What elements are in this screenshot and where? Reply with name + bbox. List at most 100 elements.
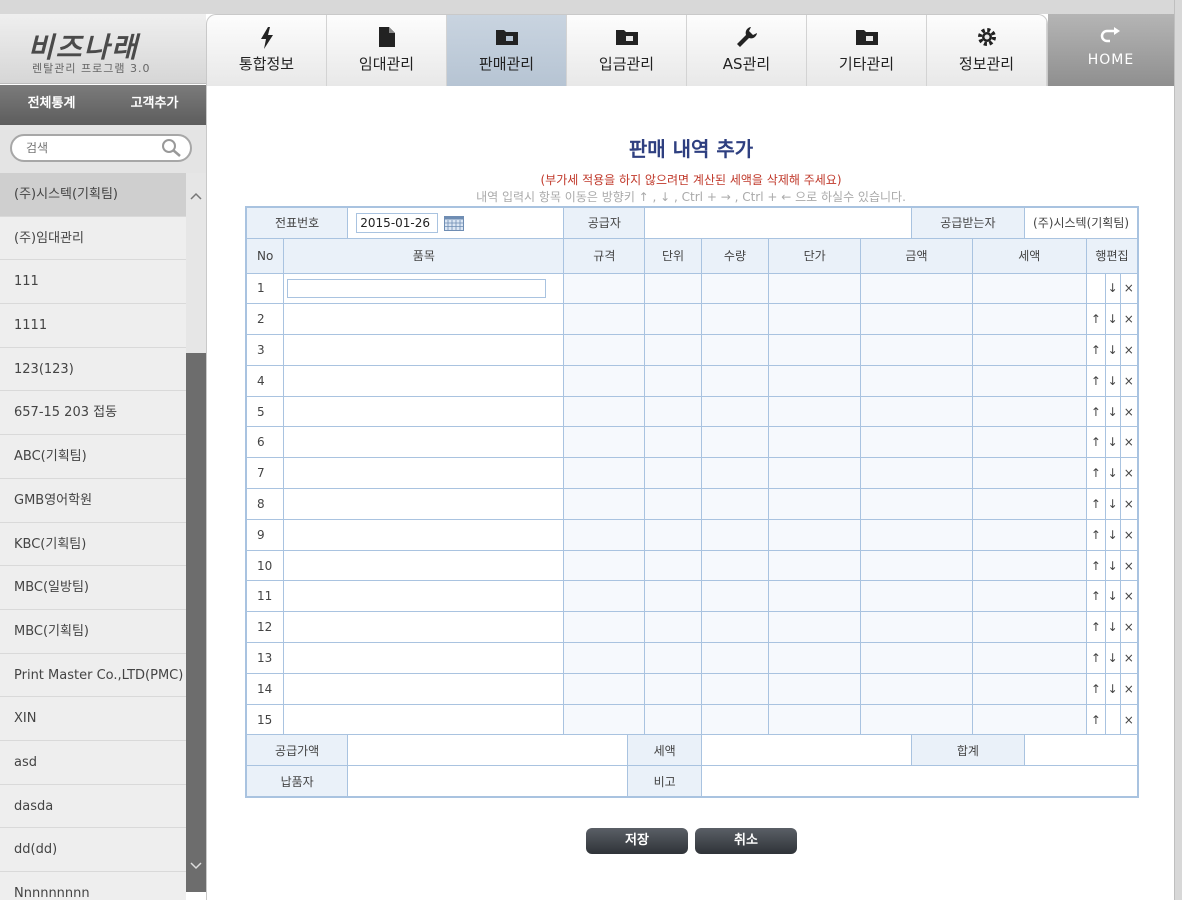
unit-cell[interactable]	[644, 457, 702, 490]
client-item[interactable]: 111	[0, 260, 186, 305]
amount-cell[interactable]	[860, 364, 973, 397]
client-item[interactable]: (주)임대관리	[0, 217, 186, 261]
unit-cell[interactable]	[644, 642, 702, 674]
qty-cell[interactable]	[700, 703, 770, 736]
spec-cell[interactable]	[563, 334, 646, 366]
spec-cell[interactable]	[563, 488, 646, 520]
total-stats-button[interactable]: 전체통계	[0, 85, 103, 125]
tax-cell[interactable]	[971, 272, 1087, 305]
item-cell[interactable]	[283, 703, 565, 736]
move-down-button[interactable]: ↓	[1104, 580, 1121, 613]
delete-row-button[interactable]: ×	[1119, 334, 1139, 366]
spec-cell[interactable]	[563, 457, 646, 490]
qty-cell[interactable]	[700, 518, 770, 551]
move-down-button[interactable]: ↓	[1104, 642, 1121, 674]
note-value[interactable]	[700, 765, 1139, 798]
move-down-button[interactable]: ↓	[1104, 611, 1121, 644]
move-down-button[interactable]: ↓	[1104, 488, 1121, 520]
price-cell[interactable]	[768, 334, 862, 366]
unit-cell[interactable]	[644, 580, 702, 613]
item-cell[interactable]	[283, 672, 565, 705]
amount-cell[interactable]	[860, 703, 973, 736]
amount-cell[interactable]	[860, 303, 973, 336]
move-up-button[interactable]: ↑	[1085, 672, 1106, 705]
price-cell[interactable]	[768, 703, 862, 736]
unit-cell[interactable]	[644, 549, 702, 582]
delete-row-button[interactable]: ×	[1119, 672, 1139, 705]
client-item[interactable]: 657-15 203 접동	[0, 391, 186, 436]
unit-cell[interactable]	[644, 518, 702, 551]
delete-row-button[interactable]: ×	[1119, 642, 1139, 674]
spec-cell[interactable]	[563, 642, 646, 674]
tax-cell[interactable]	[971, 518, 1087, 551]
tax-cell[interactable]	[971, 642, 1087, 674]
qty-cell[interactable]	[700, 272, 770, 305]
price-cell[interactable]	[768, 518, 862, 551]
tab-integrated-info[interactable]: 통합정보	[207, 15, 327, 86]
amount-cell[interactable]	[860, 272, 973, 305]
spec-cell[interactable]	[563, 672, 646, 705]
move-up-button[interactable]: ↑	[1085, 611, 1106, 644]
qty-cell[interactable]	[700, 580, 770, 613]
add-client-button[interactable]: 고객추가	[103, 85, 206, 125]
unit-cell[interactable]	[644, 303, 702, 336]
client-item[interactable]: dasda	[0, 785, 186, 829]
spec-cell[interactable]	[563, 611, 646, 644]
move-up-button[interactable]: ↑	[1085, 488, 1106, 520]
spec-cell[interactable]	[563, 395, 646, 428]
price-cell[interactable]	[768, 611, 862, 644]
move-down-button[interactable]: ↓	[1104, 303, 1121, 336]
calendar-icon[interactable]	[444, 215, 465, 231]
client-item[interactable]: asd	[0, 741, 186, 785]
move-up-button[interactable]	[1085, 272, 1106, 305]
spec-cell[interactable]	[563, 518, 646, 551]
price-cell[interactable]	[768, 488, 862, 520]
move-up-button[interactable]: ↑	[1085, 334, 1106, 366]
item-cell[interactable]	[283, 518, 565, 551]
item-cell[interactable]	[283, 272, 565, 305]
item-cell[interactable]	[283, 488, 565, 520]
home-button[interactable]: HOME	[1048, 14, 1174, 86]
move-down-button[interactable]: ↓	[1104, 334, 1121, 366]
deliverer-value[interactable]	[347, 765, 629, 798]
client-item[interactable]: 123(123)	[0, 348, 186, 392]
unit-cell[interactable]	[644, 395, 702, 428]
tab-info-management[interactable]: 정보관리	[927, 15, 1047, 86]
price-cell[interactable]	[768, 395, 862, 428]
tax-cell[interactable]	[971, 334, 1087, 366]
move-up-button[interactable]: ↑	[1085, 303, 1106, 336]
save-button[interactable]: 저장	[586, 828, 688, 854]
client-item[interactable]: (주)시스텍(기획팀)	[0, 173, 186, 217]
spec-cell[interactable]	[563, 549, 646, 582]
unit-cell[interactable]	[644, 334, 702, 366]
move-down-button[interactable]: ↓	[1104, 549, 1121, 582]
client-item[interactable]: dd(dd)	[0, 828, 186, 872]
tax-cell[interactable]	[971, 703, 1087, 736]
move-up-button[interactable]: ↑	[1085, 580, 1106, 613]
delete-row-button[interactable]: ×	[1119, 549, 1139, 582]
price-cell[interactable]	[768, 303, 862, 336]
move-down-button[interactable]	[1104, 703, 1121, 736]
chevron-up-icon[interactable]	[190, 189, 202, 203]
move-up-button[interactable]: ↑	[1085, 457, 1106, 490]
move-up-button[interactable]: ↑	[1085, 642, 1106, 674]
item-cell[interactable]	[283, 395, 565, 428]
qty-cell[interactable]	[700, 672, 770, 705]
spec-cell[interactable]	[563, 426, 646, 459]
qty-cell[interactable]	[700, 488, 770, 520]
item-cell[interactable]	[283, 549, 565, 582]
spec-cell[interactable]	[563, 364, 646, 397]
move-down-button[interactable]: ↓	[1104, 518, 1121, 551]
cancel-button[interactable]: 취소	[695, 828, 797, 854]
qty-cell[interactable]	[700, 642, 770, 674]
spec-cell[interactable]	[563, 580, 646, 613]
client-item[interactable]: XIN	[0, 697, 186, 741]
qty-cell[interactable]	[700, 611, 770, 644]
delete-row-button[interactable]: ×	[1119, 364, 1139, 397]
grand-total-value[interactable]	[1024, 734, 1139, 767]
qty-cell[interactable]	[700, 549, 770, 582]
search-icon[interactable]	[160, 137, 182, 159]
unit-cell[interactable]	[644, 272, 702, 305]
unit-cell[interactable]	[644, 488, 702, 520]
amount-cell[interactable]	[860, 549, 973, 582]
